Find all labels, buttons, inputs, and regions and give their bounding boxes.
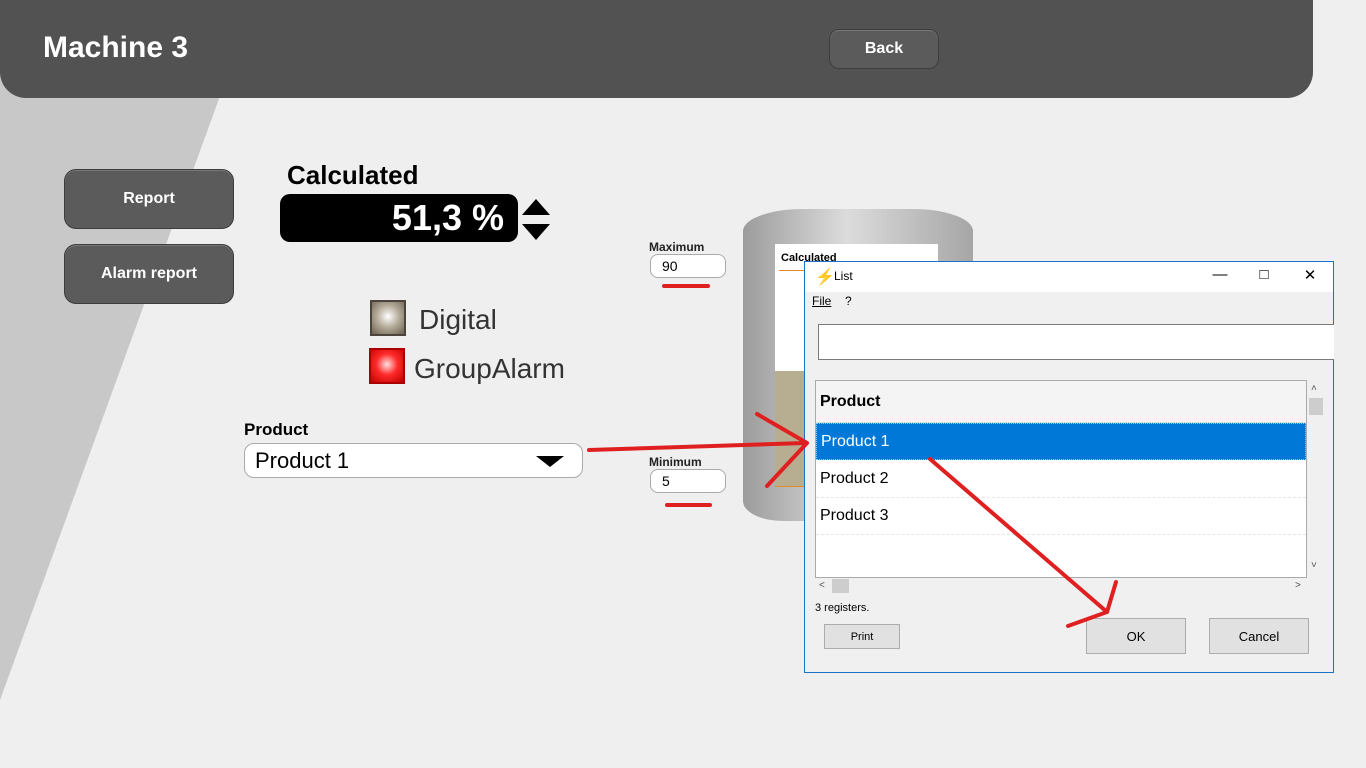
vertical-scroll-thumb[interactable] xyxy=(1309,398,1323,415)
maximum-label: Maximum xyxy=(649,240,705,254)
calculated-value: 51,3 % xyxy=(280,194,518,242)
status-text: 3 registers. xyxy=(815,602,870,614)
maximum-annotation-underline xyxy=(662,284,710,288)
calculated-label: Calculated xyxy=(287,160,419,190)
cancel-button[interactable]: Cancel xyxy=(1209,618,1309,654)
product-dropdown[interactable]: Product 1 xyxy=(244,443,583,478)
product-label: Product xyxy=(244,420,309,439)
maximum-input[interactable]: 90 xyxy=(650,254,726,278)
horizontal-scroll-thumb[interactable] xyxy=(832,579,849,593)
report-button[interactable]: Report xyxy=(64,169,234,229)
group-alarm-lamp-icon xyxy=(369,348,405,384)
digital-label: Digital xyxy=(419,304,497,335)
ok-button[interactable]: OK xyxy=(1086,618,1186,654)
product-dropdown-value: Product 1 xyxy=(255,447,350,473)
scroll-right-icon[interactable]: ˃ xyxy=(1295,580,1301,591)
minimum-input[interactable]: 5 xyxy=(650,469,726,493)
close-icon[interactable]: ✕ xyxy=(1300,266,1320,284)
grid-row-product-1[interactable]: Product 1 xyxy=(816,423,1306,460)
increase-arrow-icon[interactable] xyxy=(522,199,550,215)
back-button[interactable]: Back xyxy=(829,29,939,69)
horizontal-scrollbar[interactable] xyxy=(815,578,1307,595)
print-button[interactable]: Print xyxy=(824,624,900,649)
list-dialog: ⚡ List — □ ✕ File ? Product Product 1 Pr… xyxy=(804,261,1334,673)
grid-column-header[interactable]: Product xyxy=(816,381,1306,423)
minimum-annotation-underline xyxy=(665,503,712,507)
lightning-icon: ⚡ xyxy=(815,269,835,286)
maximize-icon[interactable]: □ xyxy=(1254,266,1274,283)
group-alarm-label: GroupAlarm xyxy=(414,353,565,384)
tank-level-fill xyxy=(775,371,805,486)
minimum-label: Minimum xyxy=(649,455,702,469)
digital-lamp-icon xyxy=(370,300,406,336)
scroll-down-icon[interactable]: ˅ xyxy=(1311,560,1317,571)
chevron-down-icon[interactable] xyxy=(536,456,564,467)
page-title: Machine 3 xyxy=(43,31,189,64)
search-input[interactable] xyxy=(818,324,1334,360)
menu-file[interactable]: File xyxy=(812,294,831,308)
scroll-up-icon[interactable]: ˄ xyxy=(1311,383,1317,394)
minimize-icon[interactable]: — xyxy=(1210,266,1230,283)
menu-help[interactable]: ? xyxy=(845,294,852,308)
scroll-left-icon[interactable]: ˂ xyxy=(819,580,825,591)
grid-row-product-2[interactable]: Product 2 xyxy=(816,461,1306,498)
dialog-titlebar[interactable]: ⚡ List — □ ✕ xyxy=(805,262,1333,292)
grid-row-product-3[interactable]: Product 3 xyxy=(816,498,1306,535)
dialog-title: List xyxy=(834,269,853,283)
product-grid: Product Product 1 Product 2 Product 3 xyxy=(815,380,1307,578)
decrease-arrow-icon[interactable] xyxy=(522,224,550,240)
alarm-report-button[interactable]: Alarm report xyxy=(64,244,234,304)
header-bar: Machine 3 xyxy=(0,0,1313,98)
